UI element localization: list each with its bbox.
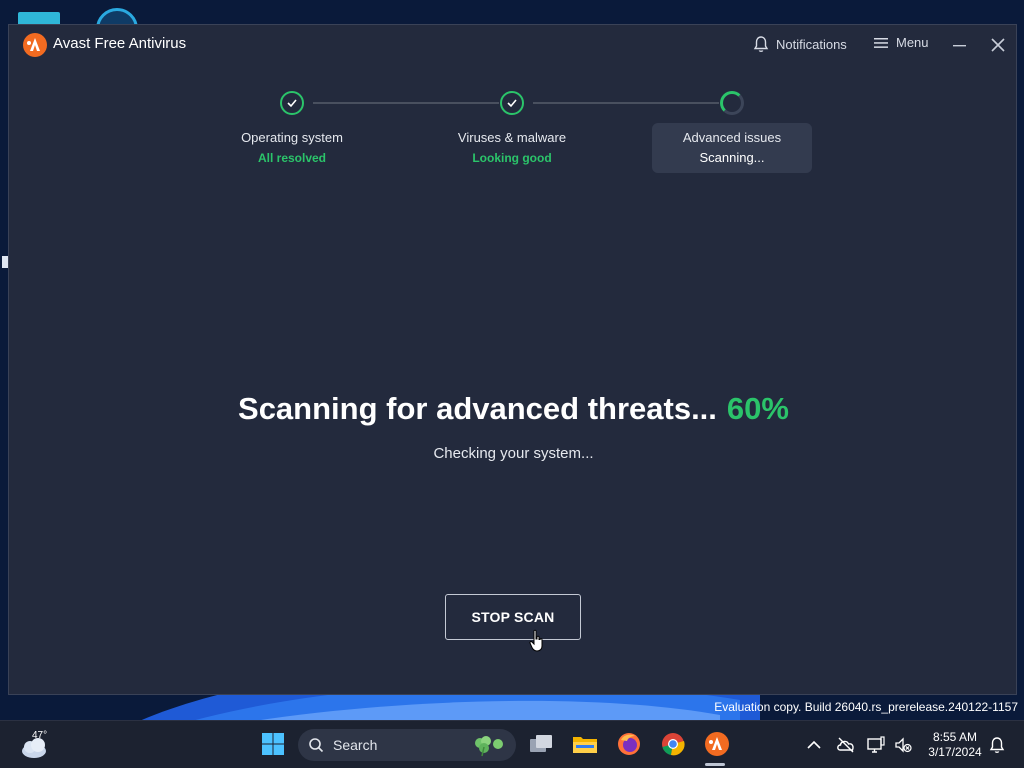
active-app-indicator	[705, 763, 725, 766]
onedrive-offline-icon[interactable]	[836, 735, 856, 755]
chevron-up-icon[interactable]	[804, 735, 824, 755]
step-status: Scanning...	[699, 150, 765, 165]
task-view-icon[interactable]	[526, 729, 556, 759]
step-spinner-icon	[720, 91, 744, 115]
weather-temperature: 47°	[32, 730, 48, 741]
evaluation-watermark: Evaluation copy. Build 26040.rs_prerelea…	[714, 700, 1018, 714]
firefox-icon[interactable]	[614, 729, 644, 759]
taskbar-clock[interactable]: 8:55 AM 3/17/2024	[920, 730, 990, 760]
clover-decoration-icon	[475, 736, 503, 757]
taskbar-search-box[interactable]: Search	[298, 729, 516, 761]
scan-progress-stepper: Operating system All resolved Viruses & …	[9, 25, 1018, 205]
step-connector	[533, 102, 719, 104]
scan-percent: 60%	[726, 391, 789, 426]
file-explorer-icon[interactable]	[570, 729, 600, 759]
windows-start-icon[interactable]	[258, 729, 288, 759]
avast-icon[interactable]	[702, 729, 732, 759]
search-label: Search	[333, 737, 378, 753]
stop-scan-button[interactable]: STOP SCAN	[445, 594, 581, 640]
volume-muted-icon[interactable]	[893, 735, 913, 755]
step-connector	[313, 102, 499, 104]
scan-subtext: Checking your system...	[433, 445, 594, 462]
network-icon[interactable]	[866, 735, 886, 755]
notification-bell-icon[interactable]	[987, 735, 1007, 755]
hand-cursor-icon	[529, 629, 543, 652]
step-name: Viruses & malware	[457, 130, 567, 145]
scan-headline: Scanning for advanced threats... 60%	[9, 391, 1018, 427]
step-check-icon	[500, 91, 524, 115]
avast-window: Avast Free Antivirus Notifications Menu	[8, 24, 1017, 695]
search-icon	[309, 738, 324, 753]
step-status: All resolved	[257, 151, 327, 165]
step-name: Operating system	[241, 130, 343, 145]
step-check-icon	[280, 91, 304, 115]
step-name: Advanced issues	[682, 130, 782, 145]
taskbar: 47° Search 8:55 AM 3/17/2024	[0, 720, 1024, 768]
chrome-icon[interactable]	[658, 729, 688, 759]
scan-headline-text: Scanning for advanced threats...	[238, 391, 717, 426]
clock-date: 3/17/2024	[928, 745, 982, 759]
clock-time: 8:55 AM	[932, 730, 978, 744]
step-status: Looking good	[472, 151, 552, 165]
